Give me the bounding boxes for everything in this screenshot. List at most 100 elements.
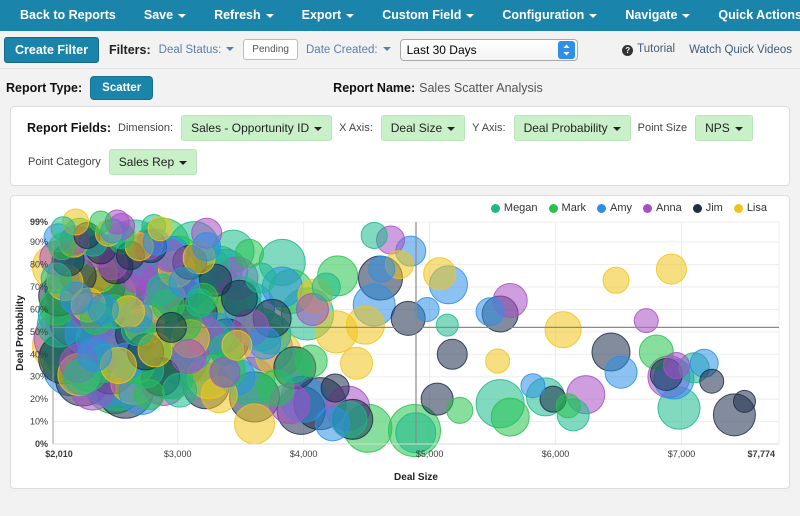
- scatter-point[interactable]: [235, 404, 275, 444]
- y-axis-value: Deal Probability: [524, 121, 608, 135]
- scatter-plot: 0%10%20%30%40%50%60%70%80%90%99%$2,010$3…: [11, 196, 789, 488]
- deal-status-value-pill[interactable]: Pending: [243, 39, 298, 60]
- scatter-points-group: [33, 209, 756, 457]
- scatter-point[interactable]: [295, 345, 327, 377]
- scatter-point[interactable]: [90, 211, 112, 233]
- x-axis-tick-label: $7,774: [747, 449, 775, 459]
- y-axis-tick-label: 50%: [30, 327, 48, 337]
- scatter-point[interactable]: [210, 357, 240, 387]
- scatter-point[interactable]: [312, 273, 340, 301]
- nav-item-navigate[interactable]: Navigate: [611, 0, 704, 31]
- watch-quick-videos-link[interactable]: Watch Quick Videos: [689, 44, 792, 56]
- scatter-point[interactable]: [656, 254, 686, 284]
- deal-status-label: Deal Status:: [159, 44, 222, 56]
- scatter-point[interactable]: [424, 258, 456, 290]
- x-axis-value: Deal Size: [391, 121, 442, 135]
- scatter-point[interactable]: [346, 306, 384, 344]
- create-filter-button[interactable]: Create Filter: [4, 37, 99, 63]
- scatter-point[interactable]: [235, 239, 263, 267]
- scatter-point[interactable]: [663, 353, 689, 379]
- y-axis-select[interactable]: Deal Probability: [514, 115, 631, 141]
- nav-item-label: Refresh: [214, 8, 261, 22]
- scatter-chart-card: MeganMarkAmyAnnaJimLisa 0%10%20%30%40%50…: [10, 195, 790, 489]
- scatter-point[interactable]: [369, 256, 395, 282]
- nav-item-configuration[interactable]: Configuration: [488, 0, 611, 31]
- x-axis-tick-label: $2,010: [45, 449, 73, 459]
- report-fields-row-2: Point Category Sales Rep: [21, 149, 779, 175]
- scatter-point[interactable]: [249, 327, 281, 359]
- scatter-point[interactable]: [341, 347, 373, 379]
- scatter-point[interactable]: [134, 380, 164, 410]
- chevron-down-icon: [466, 14, 474, 18]
- x-axis-tick-label: $6,000: [542, 449, 570, 459]
- y-axis-tick-label: 30%: [30, 372, 48, 382]
- deal-status-filter[interactable]: Deal Status:: [159, 44, 235, 56]
- nav-item-label: Configuration: [502, 8, 584, 22]
- scatter-point[interactable]: [78, 337, 112, 371]
- scatter-point[interactable]: [491, 398, 529, 436]
- nav-item-label: Navigate: [625, 8, 677, 22]
- x-axis-tick-label: $3,000: [164, 449, 192, 459]
- report-name-value: Sales Scatter Analysis: [419, 81, 543, 95]
- point-size-label: Point Size: [638, 122, 688, 134]
- point-category-value: Sales Rep: [119, 155, 174, 169]
- nav-item-custom-field[interactable]: Custom Field: [368, 0, 488, 31]
- scatter-point[interactable]: [634, 309, 658, 333]
- report-name: Report Name: Sales Scatter Analysis: [333, 81, 543, 95]
- scatter-point[interactable]: [733, 390, 755, 412]
- chevron-down-icon: [735, 127, 743, 131]
- scatter-point[interactable]: [171, 340, 205, 374]
- y-axis-title: Deal Probability: [15, 295, 26, 371]
- chevron-down-icon: [613, 127, 621, 131]
- report-type-scatter-button[interactable]: Scatter: [90, 76, 153, 100]
- chevron-down-icon: [178, 14, 186, 18]
- scatter-point[interactable]: [605, 356, 637, 388]
- question-circle-icon: ?: [622, 45, 633, 56]
- chevron-down-icon: [226, 47, 234, 51]
- y-axis-tick-label: 0%: [35, 439, 48, 449]
- point-size-select[interactable]: NPS: [695, 115, 753, 141]
- scatter-point[interactable]: [193, 233, 221, 261]
- nav-item-refresh[interactable]: Refresh: [200, 0, 288, 31]
- x-axis-select[interactable]: Deal Size: [381, 115, 465, 141]
- x-axis-tick-label: $5,000: [416, 449, 444, 459]
- date-created-label: Date Created:: [306, 44, 378, 56]
- scatter-point[interactable]: [163, 373, 197, 407]
- date-range-select[interactable]: Last 30 Days: [400, 39, 578, 61]
- y-axis-tick-label: 90%: [30, 237, 48, 247]
- scatter-point[interactable]: [415, 297, 439, 321]
- scatter-point[interactable]: [148, 217, 172, 241]
- report-fields-panel: Report Fields: Dimension: Sales - Opport…: [10, 106, 790, 186]
- chevron-down-icon: [179, 161, 187, 165]
- scatter-point[interactable]: [222, 330, 252, 360]
- dimension-select[interactable]: Sales - Opportunity ID: [181, 115, 332, 141]
- scatter-point[interactable]: [700, 369, 724, 393]
- scatter-point[interactable]: [437, 339, 467, 369]
- scatter-point[interactable]: [545, 312, 581, 348]
- point-category-select[interactable]: Sales Rep: [109, 149, 197, 175]
- y-axis-tick-label: 40%: [30, 349, 48, 359]
- tutorial-label: Tutorial: [637, 43, 675, 55]
- scatter-point[interactable]: [321, 374, 349, 402]
- scatter-point[interactable]: [88, 294, 118, 324]
- scatter-point[interactable]: [361, 222, 387, 248]
- filter-toolbar: Create Filter Filters: Deal Status: Pend…: [0, 31, 800, 69]
- date-created-filter[interactable]: Date Created:: [306, 44, 391, 56]
- scatter-point[interactable]: [186, 289, 214, 317]
- scatter-point[interactable]: [447, 397, 473, 423]
- tutorial-link[interactable]: ? Tutorial: [622, 43, 675, 56]
- scatter-point[interactable]: [521, 374, 545, 398]
- nav-item-save[interactable]: Save: [130, 0, 200, 31]
- nav-item-back-to-reports[interactable]: Back to Reports: [6, 0, 130, 31]
- scatter-point[interactable]: [316, 407, 350, 441]
- scatter-point[interactable]: [556, 394, 580, 418]
- scatter-point[interactable]: [603, 267, 629, 293]
- scatter-point[interactable]: [51, 217, 75, 241]
- scatter-point[interactable]: [486, 349, 510, 373]
- nav-item-export[interactable]: Export: [288, 0, 369, 31]
- nav-item-quick-actions[interactable]: Quick Actions: [704, 0, 800, 31]
- scatter-point[interactable]: [476, 298, 504, 326]
- report-name-label: Report Name:: [333, 81, 415, 95]
- report-fields-row-1: Report Fields: Dimension: Sales - Opport…: [21, 115, 779, 141]
- scatter-point[interactable]: [436, 314, 458, 336]
